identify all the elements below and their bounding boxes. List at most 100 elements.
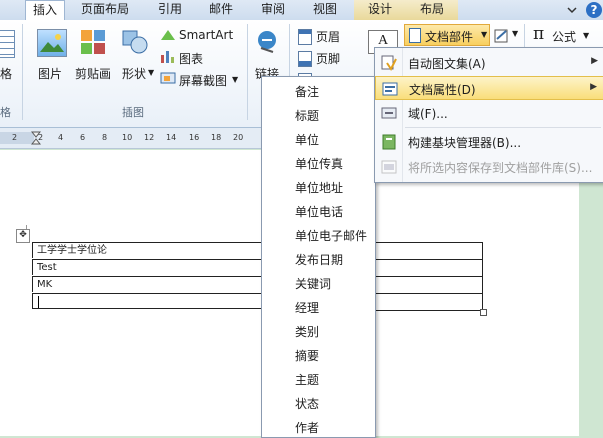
- tab-view[interactable]: 视图: [302, 0, 348, 20]
- table-icon[interactable]: [0, 30, 15, 58]
- autotext-icon: [381, 55, 397, 74]
- chart-icon[interactable]: [160, 49, 176, 63]
- table-resize-handle[interactable]: [480, 309, 487, 316]
- ruler-tick: 20: [233, 133, 244, 142]
- table-button-label[interactable]: 格: [0, 65, 12, 82]
- table-border: [375, 310, 483, 311]
- ruler-tick: 10: [122, 133, 133, 142]
- docprop-item[interactable]: 单位电话: [295, 203, 343, 220]
- table-move-handle-icon[interactable]: ✥: [16, 229, 30, 243]
- header-icon[interactable]: [298, 29, 312, 45]
- document-page-right[interactable]: [375, 180, 579, 436]
- docprop-item[interactable]: 备注: [295, 83, 319, 100]
- footer-icon[interactable]: [298, 51, 312, 67]
- docprop-item[interactable]: 发布日期: [295, 251, 343, 268]
- menu-item-label: 自动图文集(A): [408, 57, 486, 71]
- table-row[interactable]: 工学学士学位论: [32, 242, 261, 258]
- tab-table-design[interactable]: 设计: [354, 0, 406, 20]
- docprop-item[interactable]: 主题: [295, 371, 319, 388]
- ruler-tick: 16: [189, 133, 200, 142]
- ribbon-tab-bar: 插入 页面布局 引用 邮件 审阅 视图 设计 布局 ?: [0, 0, 603, 22]
- field-icon: [381, 106, 397, 123]
- table-row[interactable]: MK: [32, 276, 261, 292]
- group-separator: [22, 24, 23, 120]
- picture-icon[interactable]: [37, 29, 67, 57]
- chart-button-label[interactable]: 图表: [179, 50, 203, 67]
- table-border: [375, 293, 483, 294]
- picture-button-label[interactable]: 图片: [38, 65, 62, 82]
- horizontal-ruler[interactable]: 2 2 4 6 8 10 12 14 16 18 20: [0, 128, 265, 149]
- tab-review[interactable]: 审阅: [250, 0, 296, 20]
- menu-item-save-selection[interactable]: 将所选内容保存到文档部件库(S)...: [375, 155, 603, 179]
- docprop-item[interactable]: 类别: [295, 323, 319, 340]
- shapes-button-label[interactable]: 形状: [122, 65, 146, 82]
- menu-item-label: 域(F)...: [408, 107, 448, 121]
- tab-file-partial[interactable]: [0, 0, 24, 20]
- ruler-tick: 8: [102, 133, 108, 142]
- docprop-item[interactable]: 关键词: [295, 275, 331, 292]
- screenshot-icon[interactable]: [160, 71, 176, 85]
- shapes-icon[interactable]: [121, 29, 149, 55]
- ruler-tick: 6: [80, 133, 86, 142]
- tab-page-layout[interactable]: 页面布局: [70, 0, 140, 20]
- ruler-tick: 14: [166, 133, 177, 142]
- quick-parts-dropdown-icon: ▼: [481, 30, 488, 39]
- docprop-item[interactable]: 经理: [295, 299, 319, 316]
- document-property-icon: [382, 81, 398, 100]
- minimize-ribbon-icon[interactable]: [566, 4, 578, 16]
- tab-mailings[interactable]: 邮件: [198, 0, 244, 20]
- ruler-tick: 4: [58, 133, 64, 142]
- docprop-item[interactable]: 标题: [295, 107, 319, 124]
- docprop-item[interactable]: 作者: [295, 419, 319, 436]
- tab-insert[interactable]: 插入: [25, 0, 65, 22]
- table-border: [375, 259, 483, 260]
- menu-item-field[interactable]: 域(F)...: [375, 101, 603, 125]
- table-row[interactable]: [32, 293, 261, 309]
- table-row[interactable]: Test: [32, 259, 261, 275]
- table-border: [375, 276, 483, 277]
- ruler-tick: 12: [144, 133, 155, 142]
- smartart-button-label[interactable]: SmartArt: [179, 28, 233, 42]
- quick-parts-button[interactable]: 文档部件 ▼: [404, 24, 490, 46]
- menu-item-document-property[interactable]: 文档属性(D) ▶: [375, 76, 603, 100]
- save-selection-icon: [381, 159, 397, 178]
- screenshot-dropdown-icon[interactable]: ▼: [232, 75, 238, 84]
- menu-item-label: 文档属性(D): [409, 83, 476, 97]
- signature-line-icon[interactable]: [494, 28, 510, 44]
- building-blocks-icon: [381, 134, 397, 153]
- help-icon[interactable]: ?: [586, 2, 602, 18]
- ruler-tick: 18: [211, 133, 222, 142]
- document-property-list: 备注 标题 单位 单位传真 单位地址 单位电话 单位电子邮件 发布日期 关键词 …: [261, 76, 376, 438]
- group-separator: [247, 24, 248, 120]
- group-label-illustrations: 插图: [122, 106, 144, 119]
- quick-parts-label: 文档部件: [425, 30, 474, 44]
- equation-button-label[interactable]: 公式: [552, 28, 576, 45]
- group-label-tables: 格: [0, 106, 11, 119]
- smartart-icon[interactable]: [160, 28, 176, 42]
- menu-item-autotext[interactable]: 自动图文集(A) ▶: [375, 51, 603, 75]
- text-cursor: [38, 296, 39, 308]
- shapes-dropdown-icon[interactable]: ▼: [148, 68, 154, 77]
- tab-references[interactable]: 引用: [150, 0, 190, 20]
- docprop-item[interactable]: 单位: [295, 131, 319, 148]
- document-page[interactable]: ✥ 工学学士学位论 Test MK: [0, 150, 262, 436]
- clipart-button-label[interactable]: 剪贴画: [75, 65, 111, 82]
- header-button-label[interactable]: 页眉: [316, 28, 340, 45]
- footer-button-label[interactable]: 页脚: [316, 50, 340, 67]
- quick-parts-menu: 自动图文集(A) ▶ 文档属性(D) ▶ 域(F)... 构建基块管理器(B).…: [374, 47, 603, 183]
- clipart-icon[interactable]: [80, 29, 106, 55]
- docprop-item[interactable]: 摘要: [295, 347, 319, 364]
- signature-dropdown-icon[interactable]: ▼: [512, 29, 518, 38]
- equation-icon[interactable]: π: [533, 24, 544, 44]
- docprop-item[interactable]: 单位传真: [295, 155, 343, 172]
- tab-table-layout[interactable]: 布局: [406, 0, 458, 20]
- link-icon[interactable]: [256, 30, 278, 54]
- menu-item-building-blocks[interactable]: 构建基块管理器(B)...: [375, 130, 603, 154]
- ruler-tick: 2: [38, 133, 44, 142]
- submenu-arrow-icon: ▶: [590, 82, 597, 92]
- docprop-item[interactable]: 单位地址: [295, 179, 343, 196]
- docprop-item[interactable]: 状态: [295, 395, 319, 412]
- equation-dropdown-icon[interactable]: ▼: [583, 31, 589, 40]
- screenshot-button-label[interactable]: 屏幕截图: [179, 72, 227, 89]
- docprop-item[interactable]: 单位电子邮件: [295, 227, 367, 244]
